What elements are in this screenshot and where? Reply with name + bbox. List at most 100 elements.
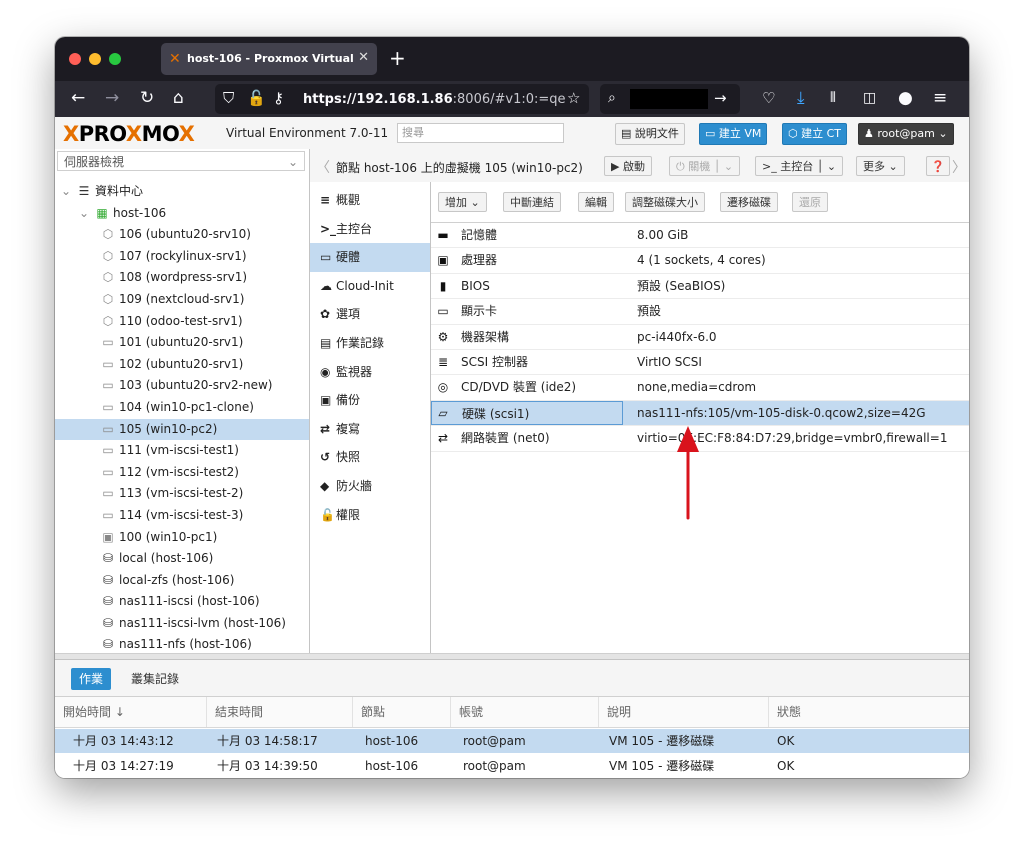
nav-item[interactable]: >_主控台: [310, 215, 430, 244]
docs-button[interactable]: ▤ 說明文件: [615, 123, 685, 145]
tree-item[interactable]: ▭ 104 (win10-pc1-clone): [55, 397, 309, 419]
nav-item[interactable]: ≡ 概觀: [310, 186, 430, 215]
minimize-window-button[interactable]: [89, 53, 101, 65]
sidebar-icon[interactable]: ◫: [863, 89, 876, 107]
nav-item[interactable]: ◆ 防火牆: [310, 472, 430, 501]
revert-button[interactable]: 還原: [792, 192, 828, 212]
table-row[interactable]: 十月 03 14:43:12 十月 03 14:58:17 host-106 r…: [55, 729, 969, 753]
move-disk-button[interactable]: 遷移磁碟: [720, 192, 778, 212]
create-vm-button[interactable]: ▭ 建立 VM: [699, 123, 768, 145]
detach-button[interactable]: 中斷連結: [503, 192, 561, 212]
shield-icon[interactable]: ⛉: [223, 89, 234, 107]
column-header[interactable]: 帳號: [451, 697, 599, 727]
nav-item[interactable]: ▭ 硬體: [310, 243, 430, 272]
hardware-toolbar: 增加 ⌄ 中斷連結 編輯 調整磁碟大小 遷移磁碟 還原: [431, 182, 969, 223]
hardware-row[interactable]: ▱ 硬碟 (scsi1) nas111-nfs:105/vm-105-disk-0.…: [431, 400, 969, 427]
user-menu-button[interactable]: ♟ root@pam ⌄: [858, 123, 954, 145]
lock-warning-icon[interactable]: 🔓: [247, 89, 266, 107]
permissions-key-icon[interactable]: ⚷: [273, 89, 284, 107]
tab-tasks[interactable]: 作業: [71, 668, 112, 690]
tree-item[interactable]: ▣ 100 (win10-pc1): [55, 527, 309, 549]
tree-item[interactable]: ⛁ nas111-iscsi (host-106): [55, 591, 309, 613]
collapse-icon[interactable]: ⌄: [59, 181, 73, 203]
start-button[interactable]: ▶ 啟動: [604, 156, 652, 176]
table-row[interactable]: 十月 03 14:27:19 十月 03 14:39:50 host-106 r…: [55, 754, 969, 778]
tree-item[interactable]: ▭ 105 (win10-pc2): [55, 418, 309, 441]
edit-button[interactable]: 編輯: [578, 192, 614, 212]
tree-item[interactable]: ⬡ 109 (nextcloud-srv1): [55, 289, 309, 311]
nav-item[interactable]: 🔓權限: [310, 501, 430, 530]
reload-icon[interactable]: ↻: [140, 89, 154, 107]
tree-item[interactable]: ⛁ local-zfs (host-106): [55, 570, 309, 592]
view-selector[interactable]: 伺服器檢視 ⌄: [57, 151, 305, 171]
hardware-row[interactable]: ▮ BIOS 預設 (SeaBIOS): [431, 274, 969, 300]
tree-item[interactable]: ▭ 112 (vm-iscsi-test2): [55, 462, 309, 484]
tree-item[interactable]: ⛁ local (host-106): [55, 548, 309, 570]
pocket-icon[interactable]: ♡: [762, 89, 775, 107]
browser-tab[interactable]: ✕ host-106 - Proxmox Virtual Envi ✕: [161, 43, 377, 75]
close-window-button[interactable]: [69, 53, 81, 65]
home-icon[interactable]: ⌂: [173, 89, 184, 107]
go-arrow-icon[interactable]: →: [714, 89, 727, 107]
hardware-row[interactable]: ◎ CD/DVD 裝置 (ide2) none,media=cdrom: [431, 375, 969, 401]
url-bar[interactable]: ⛉ 🔓 ⚷ https://192.168.1.86:8006/#v1:0:=q…: [215, 84, 589, 114]
tree-item[interactable]: ⛁ nas111-iscsi-lvm (host-106): [55, 613, 309, 635]
cube-icon: ⬡: [788, 127, 802, 140]
nav-item[interactable]: ▤ 作業記錄: [310, 329, 430, 358]
tab-cluster-log[interactable]: 叢集記錄: [123, 668, 187, 690]
tree-item[interactable]: ⬡ 108 (wordpress-srv1): [55, 267, 309, 289]
tree-item[interactable]: ▭ 102 (ubuntu20-srv1): [55, 354, 309, 376]
tree-item[interactable]: ▭ 113 (vm-iscsi-test-2): [55, 483, 309, 505]
nav-item[interactable]: ✿ 選項: [310, 300, 430, 329]
hardware-row[interactable]: ▣ 處理器 4 (1 sockets, 4 cores): [431, 248, 969, 274]
tree-item[interactable]: ▭ 111 (vm-iscsi-test1): [55, 440, 309, 462]
nav-item[interactable]: ☁ Cloud-Init: [310, 272, 430, 301]
scroll-right-icon[interactable]: 〉: [952, 157, 966, 177]
column-header[interactable]: 開始時間 ↓: [55, 697, 207, 727]
column-header[interactable]: 節點: [353, 697, 451, 727]
vm-icon: ▭: [102, 486, 114, 501]
back-icon[interactable]: ←: [71, 89, 85, 107]
resize-disk-button[interactable]: 調整磁碟大小: [625, 192, 705, 212]
hardware-row[interactable]: ⇄ 網路裝置 (net0) virtio=0E:EC:F8:84:D7:29,bri…: [431, 426, 969, 452]
console-button[interactable]: >_ 主控台 │ ⌄: [755, 156, 844, 176]
column-header[interactable]: 狀態: [769, 697, 969, 727]
tree-item[interactable]: ⬡ 106 (ubuntu20-srv10): [55, 224, 309, 246]
nav-item[interactable]: ◉ 監視器: [310, 358, 430, 387]
add-hardware-button[interactable]: 增加 ⌄: [438, 192, 487, 212]
nav-item[interactable]: ▣ 備份: [310, 386, 430, 415]
bookmark-star-icon[interactable]: ☆: [567, 89, 580, 107]
zoom-window-button[interactable]: [109, 53, 121, 65]
new-tab-button[interactable]: +: [389, 46, 406, 70]
tab-close-icon[interactable]: ✕: [358, 50, 369, 65]
tree-datacenter[interactable]: ⌄ ☰ 資料中心: [55, 181, 309, 203]
account-icon[interactable]: ●: [898, 89, 913, 107]
forward-icon[interactable]: →: [105, 89, 119, 107]
tree-item[interactable]: ⬡ 107 (rockylinux-srv1): [55, 246, 309, 268]
hardware-row[interactable]: ▬ 記憶體 8.00 GiB: [431, 223, 969, 249]
resource-search-input[interactable]: 搜尋: [397, 123, 564, 143]
nav-item[interactable]: ↺ 快照: [310, 443, 430, 472]
library-icon[interactable]: ⫴: [830, 89, 836, 107]
collapse-icon[interactable]: ⌄: [77, 203, 91, 225]
tree-item[interactable]: ⬡ 110 (odoo-test-srv1): [55, 311, 309, 333]
create-ct-button[interactable]: ⬡ 建立 CT: [782, 123, 848, 145]
hardware-row[interactable]: ▭ 顯示卡 預設: [431, 299, 969, 325]
tree-item[interactable]: ▭ 114 (vm-iscsi-test-3): [55, 505, 309, 527]
column-header[interactable]: 結束時間: [207, 697, 353, 727]
menu-icon[interactable]: ≡: [933, 89, 947, 107]
downloads-icon[interactable]: ⤓: [797, 89, 805, 107]
tree-node-host[interactable]: ⌄ ▦ host-106: [55, 203, 309, 225]
tree-item[interactable]: ▭ 103 (ubuntu20-srv2-new): [55, 375, 309, 397]
browser-search-bar[interactable]: ⌕ →: [600, 84, 740, 114]
shutdown-button[interactable]: ⏻ 關機 │ ⌄: [669, 156, 741, 176]
column-header[interactable]: 說明: [599, 697, 769, 727]
tree-item[interactable]: ▭ 101 (ubuntu20-srv1): [55, 332, 309, 354]
hardware-row[interactable]: ≣ SCSI 控制器 VirtIO SCSI: [431, 350, 969, 376]
more-button[interactable]: 更多 ⌄: [856, 156, 905, 176]
nav-item[interactable]: ⇄ 複寫: [310, 415, 430, 444]
help-button[interactable]: ❓: [926, 156, 950, 176]
scroll-left-icon[interactable]: 〈: [316, 157, 330, 177]
hardware-row[interactable]: ⚙ 機器架構 pc-i440fx-6.0: [431, 325, 969, 350]
tree-item[interactable]: ⛁ nas111-nfs (host-106): [55, 634, 309, 653]
